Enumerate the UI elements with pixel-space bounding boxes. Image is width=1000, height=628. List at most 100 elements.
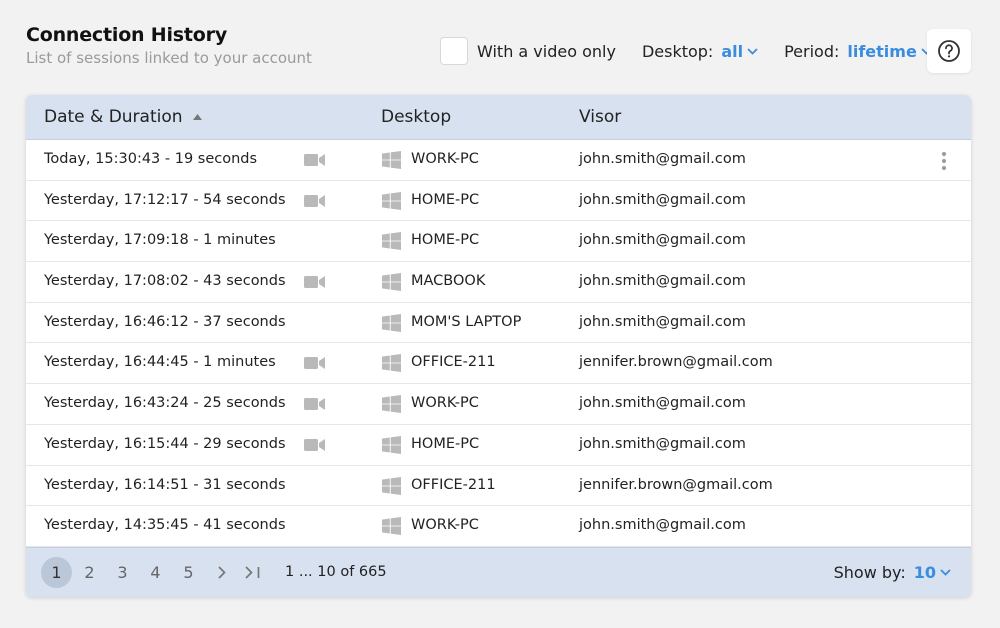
page-title: Connection History — [26, 24, 228, 46]
period-filter-value: lifetime — [847, 41, 917, 61]
page-subtitle: List of sessions linked to your account — [26, 49, 312, 67]
period-filter-label: Period: — [784, 41, 840, 61]
session-date-duration: Yesterday, 16:44:45 - 1 minutes — [44, 354, 276, 371]
session-date-duration: Yesterday, 16:14:51 - 31 seconds — [44, 476, 286, 493]
session-date-duration: Yesterday, 17:08:02 - 43 seconds — [44, 273, 286, 290]
desktop-filter: Desktop: all — [642, 42, 758, 61]
table-footer: 1 2 3 4 5 1 ... 10 of 665 Show by: 10 — [26, 547, 971, 597]
table-row[interactable]: Yesterday, 17:12:17 - 54 seconds HOME-PC… — [26, 181, 971, 222]
session-desktop: HOME-PC — [411, 435, 480, 452]
session-date-duration: Yesterday, 16:15:44 - 29 seconds — [44, 435, 286, 452]
table-row[interactable]: Yesterday, 17:08:02 - 43 seconds MACBOOK… — [26, 262, 971, 303]
show-by-control: Show by: 10 — [834, 563, 951, 582]
table-row[interactable]: Yesterday, 14:35:45 - 41 seconds WORK-PC… — [26, 506, 971, 547]
period-filter-dropdown[interactable]: lifetime — [847, 41, 932, 61]
session-visor: jennifer.brown@gmail.com — [579, 476, 773, 493]
session-desktop: WORK-PC — [411, 395, 479, 412]
desktop-filter-value: all — [721, 41, 744, 61]
help-button[interactable] — [927, 29, 971, 73]
table-row[interactable]: Yesterday, 16:43:24 - 25 seconds WORK-PC… — [26, 384, 971, 425]
session-desktop: HOME-PC — [411, 191, 480, 208]
session-visor: john.smith@gmail.com — [579, 273, 746, 290]
video-camera-icon[interactable] — [304, 194, 326, 212]
session-visor: jennifer.brown@gmail.com — [579, 354, 773, 371]
chevron-down-icon — [747, 47, 758, 55]
windows-icon — [382, 191, 401, 214]
sessions-table: Date & Duration Desktop Visor Today, 15:… — [26, 95, 971, 597]
session-desktop: WORK-PC — [411, 151, 479, 167]
pagination-range: 1 ... 10 of 665 — [285, 564, 387, 580]
last-page-icon — [244, 566, 259, 579]
show-by-label: Show by: — [833, 563, 906, 582]
video-only-checkbox[interactable] — [440, 37, 468, 65]
pagination: 1 2 3 4 5 — [41, 557, 268, 588]
row-more-menu-button[interactable] — [936, 150, 952, 172]
session-desktop: MOM'S LAPTOP — [411, 313, 522, 330]
page-button[interactable]: 3 — [107, 557, 138, 588]
session-desktop: OFFICE-211 — [411, 476, 496, 493]
video-camera-icon[interactable] — [304, 397, 326, 415]
table-row[interactable]: Yesterday, 16:14:51 - 31 seconds OFFICE-… — [26, 466, 971, 507]
session-date-duration: Yesterday, 16:46:12 - 37 seconds — [44, 313, 286, 330]
page-header: Connection History List of sessions link… — [26, 24, 312, 67]
windows-icon — [382, 313, 401, 336]
chevron-right-icon — [217, 566, 226, 579]
chevron-down-icon — [940, 569, 951, 576]
table-row[interactable]: Yesterday, 16:15:44 - 29 seconds HOME-PC… — [26, 425, 971, 466]
session-desktop: HOME-PC — [411, 232, 480, 249]
more-vertical-icon — [942, 152, 946, 170]
page-button[interactable]: 5 — [173, 557, 204, 588]
column-header-label: Date & Duration — [44, 107, 183, 127]
video-only-label[interactable]: With a video only — [477, 42, 616, 61]
desktop-filter-label: Desktop: — [641, 41, 714, 61]
windows-icon — [382, 476, 401, 499]
show-by-dropdown[interactable]: 10 — [914, 563, 951, 582]
session-visor: john.smith@gmail.com — [579, 313, 746, 330]
page-button[interactable]: 2 — [74, 557, 105, 588]
session-visor: john.smith@gmail.com — [579, 435, 746, 452]
session-desktop: MACBOOK — [411, 273, 486, 290]
windows-icon — [382, 273, 401, 295]
session-date-duration: Yesterday, 17:12:17 - 54 seconds — [44, 191, 286, 208]
page-button[interactable]: 4 — [140, 557, 171, 588]
column-header-desktop[interactable]: Desktop — [381, 107, 451, 127]
column-header-date[interactable]: Date & Duration — [44, 107, 202, 127]
table-header: Date & Duration Desktop Visor — [26, 95, 971, 140]
session-visor: john.smith@gmail.com — [579, 191, 746, 208]
session-date-duration: Yesterday, 16:43:24 - 25 seconds — [44, 395, 286, 412]
session-desktop: OFFICE-211 — [411, 354, 496, 371]
windows-icon — [382, 435, 401, 458]
windows-icon — [382, 151, 401, 173]
table-body: Today, 15:30:43 - 19 seconds WORK-PC john… — [26, 140, 971, 547]
table-row[interactable]: Yesterday, 17:09:18 - 1 minutes HOME-PC j… — [26, 221, 971, 263]
filter-bar: With a video only Desktop: all Period: l… — [440, 30, 932, 72]
video-camera-icon[interactable] — [304, 356, 326, 374]
next-page-button[interactable] — [206, 557, 237, 588]
windows-icon — [382, 232, 401, 254]
windows-icon — [382, 517, 401, 539]
session-visor: john.smith@gmail.com — [579, 517, 746, 534]
session-visor: john.smith@gmail.com — [579, 151, 746, 167]
session-date-duration: Today, 15:30:43 - 19 seconds — [44, 151, 258, 167]
table-row[interactable]: Yesterday, 16:44:45 - 1 minutes OFFICE-2… — [26, 343, 971, 385]
session-desktop: WORK-PC — [411, 517, 479, 534]
table-row[interactable]: Yesterday, 16:46:12 - 37 seconds MOM'S L… — [26, 303, 971, 344]
windows-icon — [382, 395, 401, 417]
question-circle-icon — [938, 40, 960, 62]
show-by-value: 10 — [913, 563, 936, 582]
session-visor: john.smith@gmail.com — [579, 395, 746, 412]
page-button[interactable]: 1 — [41, 557, 72, 588]
last-page-button[interactable] — [237, 557, 268, 588]
session-visor: john.smith@gmail.com — [579, 232, 746, 249]
column-header-visor[interactable]: Visor — [579, 107, 621, 127]
windows-icon — [382, 354, 401, 376]
video-camera-icon[interactable] — [304, 153, 326, 171]
video-camera-icon[interactable] — [304, 275, 326, 293]
sort-up-icon — [192, 114, 202, 120]
session-date-duration: Yesterday, 17:09:18 - 1 minutes — [44, 232, 276, 249]
video-camera-icon[interactable] — [304, 438, 326, 456]
period-filter: Period: lifetime — [784, 42, 932, 61]
desktop-filter-dropdown[interactable]: all — [721, 42, 758, 61]
table-row[interactable]: Today, 15:30:43 - 19 seconds WORK-PC john… — [26, 140, 971, 181]
session-date-duration: Yesterday, 14:35:45 - 41 seconds — [44, 517, 286, 534]
